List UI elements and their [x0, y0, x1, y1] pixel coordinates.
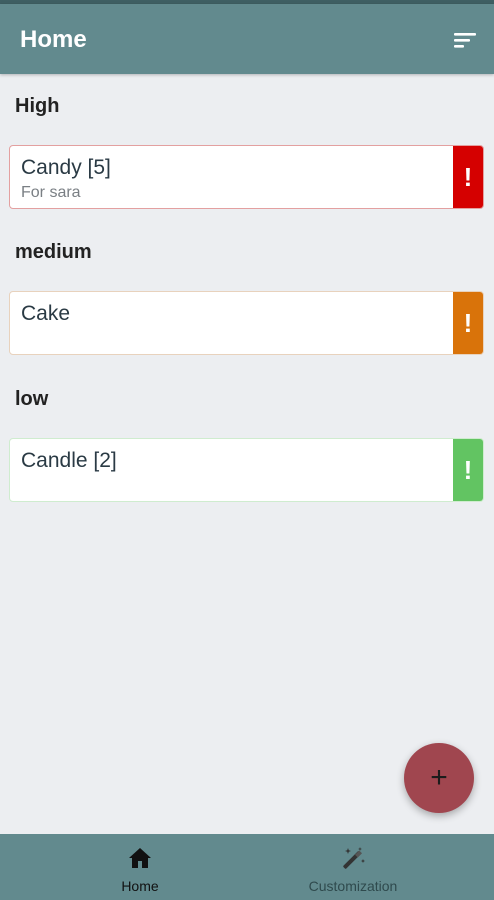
nav-home[interactable]: Home	[40, 834, 240, 900]
nav-customization[interactable]: Customization	[253, 834, 453, 900]
home-icon	[129, 848, 151, 868]
page-title: Home	[20, 26, 87, 53]
add-task-button[interactable]: +	[404, 743, 474, 813]
priority-flag: !	[453, 439, 483, 501]
section-title-medium: medium	[15, 241, 92, 263]
nav-label-home: Home	[121, 878, 159, 894]
task-card[interactable]: Cake !	[9, 291, 484, 355]
task-title: Candy [5]	[21, 156, 111, 179]
nav-label-customization: Customization	[308, 878, 398, 894]
task-card[interactable]: Candy [5] For sara !	[9, 145, 484, 209]
task-card[interactable]: Candle [2] !	[9, 438, 484, 502]
exclamation-icon: !	[463, 308, 473, 338]
sort-icon	[454, 33, 476, 48]
app-bar: Home	[0, 4, 494, 74]
exclamation-icon: !	[463, 455, 473, 485]
priority-flag: !	[453, 292, 483, 354]
magic-wand-icon	[343, 847, 365, 869]
sort-button[interactable]	[452, 26, 480, 54]
task-title: Candle [2]	[21, 449, 117, 472]
task-subtitle: For sara	[21, 184, 81, 201]
section-title-low: low	[15, 388, 49, 410]
bottom-navigation: Home Customization	[0, 834, 494, 900]
exclamation-icon: !	[463, 162, 473, 192]
task-title: Cake	[21, 302, 71, 325]
add-icon: +	[430, 761, 448, 794]
priority-flag: !	[453, 146, 483, 208]
section-title-high: High	[15, 95, 60, 117]
